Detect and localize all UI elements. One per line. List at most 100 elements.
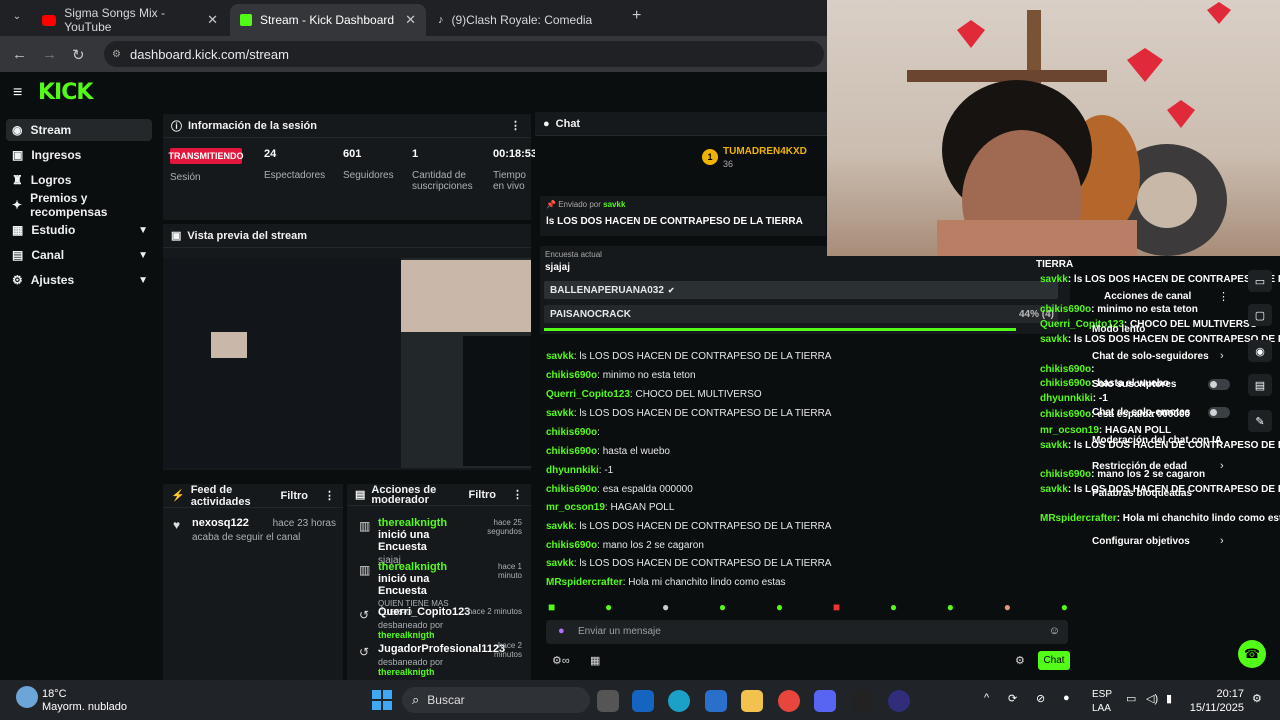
- kebab-icon[interactable]: ⋮: [510, 119, 521, 132]
- chat-username[interactable]: mr_ocson19: [546, 502, 605, 513]
- chrome-icon[interactable]: [778, 690, 800, 712]
- kick-logo[interactable]: KICK: [38, 80, 93, 105]
- kebab-icon[interactable]: ⋮: [324, 489, 335, 502]
- battery-icon[interactable]: ▮: [1166, 692, 1172, 705]
- chat-username[interactable]: savkk: [546, 408, 574, 419]
- chat-username[interactable]: chikis690o: [546, 370, 597, 381]
- emote-icon[interactable]: ■: [548, 600, 555, 614]
- tab-kick-dashboard[interactable]: Stream - Kick Dashboard ✕: [230, 4, 426, 36]
- setting-goals[interactable]: Configurar objetivos: [1092, 536, 1190, 547]
- filter-button[interactable]: Filtro: [469, 489, 497, 501]
- send-chat-button[interactable]: Chat: [1038, 651, 1070, 670]
- obs-icon[interactable]: [888, 690, 910, 712]
- chat-username[interactable]: MRspidercrafter: [546, 577, 623, 588]
- settings-icon[interactable]: ⚙: [1015, 654, 1025, 667]
- chat-username[interactable]: chikis690o: [546, 446, 597, 457]
- chat-username[interactable]: chikis690o: [546, 484, 597, 495]
- poll-option-2[interactable]: PAISANOCRACK 44% (4): [544, 305, 1058, 323]
- tab-list-button[interactable]: ⌄: [8, 8, 26, 26]
- emoji-icon[interactable]: ☺: [1049, 625, 1060, 637]
- sidebar-item-canal[interactable]: ▤ Canal ▼: [6, 244, 152, 266]
- chat-input[interactable]: ● Enviar un mensaje ☺: [546, 620, 1068, 644]
- setting-blocked-words[interactable]: Palabras bloqueadas: [1092, 488, 1192, 499]
- emotes-only-toggle[interactable]: [1208, 407, 1230, 418]
- tray-sync-icon[interactable]: ⟳: [1008, 692, 1017, 705]
- emote-icon[interactable]: ●: [662, 600, 669, 614]
- monitor-icon[interactable]: ▤: [1248, 374, 1272, 396]
- setting-subs-only[interactable]: Solo suscriptores: [1092, 379, 1176, 390]
- site-info-icon[interactable]: ⚙: [112, 49, 121, 60]
- back-icon[interactable]: ←: [12, 46, 27, 63]
- chat-username[interactable]: dhyunnkiki: [546, 465, 599, 476]
- wrench-icon[interactable]: ✎: [1248, 410, 1272, 432]
- emote-icon[interactable]: ●: [1061, 600, 1068, 614]
- emote-icon[interactable]: ●: [776, 600, 783, 614]
- forward-icon[interactable]: →: [42, 46, 57, 63]
- start-icon[interactable]: [372, 690, 392, 710]
- clock-date[interactable]: 15/11/2025: [1184, 702, 1244, 714]
- clock-time[interactable]: 20:17: [1212, 688, 1244, 700]
- sidebar-item-premios[interactable]: ✦ Premios y recompensas: [6, 191, 152, 219]
- chat-username[interactable]: savkk: [546, 351, 574, 362]
- outlook-icon[interactable]: [632, 690, 654, 712]
- lang-bottom[interactable]: LAA: [1092, 703, 1111, 714]
- network-icon[interactable]: ▭: [1126, 692, 1136, 705]
- tab-youtube[interactable]: Sigma Songs Mix - YouTube ✕: [32, 4, 228, 36]
- new-tab-button[interactable]: +: [632, 7, 641, 25]
- emote-icon[interactable]: ●: [890, 600, 897, 614]
- mic-icon[interactable]: ●: [558, 625, 565, 637]
- taskbar-search[interactable]: ⌕ Buscar: [402, 687, 590, 713]
- subs-only-toggle[interactable]: [1208, 379, 1230, 390]
- close-icon[interactable]: ✕: [405, 12, 416, 28]
- emote-icon[interactable]: ■: [833, 600, 840, 614]
- emote-icon[interactable]: ●: [947, 600, 954, 614]
- emote-icon[interactable]: ●: [605, 600, 612, 614]
- edge-icon[interactable]: [668, 690, 690, 712]
- emote-icon[interactable]: ●: [1004, 600, 1011, 614]
- tray-chevron-icon[interactable]: ^: [984, 692, 989, 704]
- sidebar-item-stream[interactable]: ◉ Stream: [6, 119, 152, 141]
- top-supporter[interactable]: 1 TUMADREN4KXD 36: [702, 144, 822, 172]
- stream-preview[interactable]: [163, 258, 531, 468]
- discord-icon[interactable]: [814, 690, 836, 712]
- setting-age-restriction[interactable]: Restricción de edad: [1092, 461, 1187, 472]
- help-chat-button[interactable]: ☎: [1238, 640, 1266, 668]
- menu-icon[interactable]: ≡: [13, 84, 22, 102]
- tray-mute-icon[interactable]: ⊘: [1036, 692, 1045, 705]
- explorer-icon[interactable]: [741, 690, 763, 712]
- kebab-icon[interactable]: ⋮: [512, 488, 523, 501]
- store-icon[interactable]: [705, 690, 727, 712]
- volume-icon[interactable]: ◁): [1146, 692, 1158, 705]
- tab-tiktok[interactable]: ♪ (9)Clash Royale: Comedia Famil: [428, 4, 624, 36]
- sidebar-item-estudio[interactable]: ▦ Estudio ▼: [6, 219, 152, 241]
- emote-icon[interactable]: ●: [719, 600, 726, 614]
- mic-icon[interactable]: ●: [1063, 692, 1070, 704]
- chat-username[interactable]: savkk: [546, 521, 574, 532]
- taskview-icon[interactable]: [597, 690, 619, 712]
- chat-popout-icon[interactable]: ▢: [1248, 304, 1272, 326]
- chat-username[interactable]: chikis690o: [546, 427, 597, 438]
- notification-icon[interactable]: ⚙: [1252, 692, 1262, 705]
- sidebar-item-logros[interactable]: ♜ Logros: [6, 169, 152, 191]
- setting-ai-moderation[interactable]: Moderación del chat con IA: [1092, 435, 1222, 446]
- chat-tools-icon[interactable]: ⚙∞: [552, 654, 570, 667]
- gift-icon[interactable]: ▦: [590, 654, 600, 667]
- lang-top[interactable]: ESP: [1092, 689, 1112, 700]
- chat-username[interactable]: savkk: [546, 558, 574, 569]
- close-icon[interactable]: ✕: [207, 12, 218, 28]
- url-field[interactable]: ⚙ dashboard.kick.com/stream: [104, 41, 824, 67]
- sidebar-item-ingresos[interactable]: ▣ Ingresos: [6, 144, 152, 166]
- sidebar-item-ajustes[interactable]: ⚙ Ajustes ▼: [6, 269, 152, 291]
- kebab-icon[interactable]: ⋮: [1218, 290, 1229, 303]
- filter-button[interactable]: Filtro: [281, 490, 309, 502]
- poll-option-1[interactable]: BALLENAPERUANA032 ✔: [544, 281, 1058, 299]
- side-tool-button[interactable]: ▭: [1248, 270, 1272, 292]
- chat-username[interactable]: Querri_Copito123: [546, 389, 630, 400]
- reload-icon[interactable]: ↻: [72, 46, 85, 64]
- setting-slow-mode[interactable]: Modo lento: [1092, 324, 1145, 335]
- capcut-icon[interactable]: [851, 690, 873, 712]
- setting-emotes-only[interactable]: Chat de solo-emotes: [1092, 407, 1190, 418]
- setting-followers-only[interactable]: Chat de solo-seguidores: [1092, 351, 1209, 362]
- chat-username[interactable]: chikis690o: [546, 540, 597, 551]
- broadcast-icon[interactable]: ◉: [1248, 340, 1272, 362]
